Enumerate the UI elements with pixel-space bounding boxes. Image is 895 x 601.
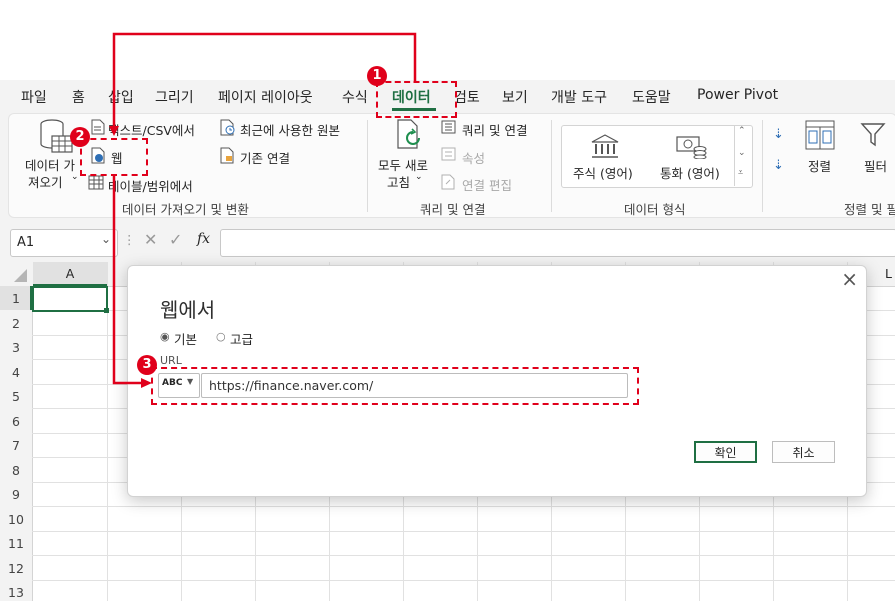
callout-box-data-tab (376, 81, 457, 118)
callout-box-url (151, 367, 639, 405)
callout-badge-3: 3 (137, 355, 157, 375)
callout-box-web (80, 138, 148, 176)
callout-badge-2: 2 (70, 127, 90, 147)
callout-badge-1: 1 (367, 66, 387, 86)
